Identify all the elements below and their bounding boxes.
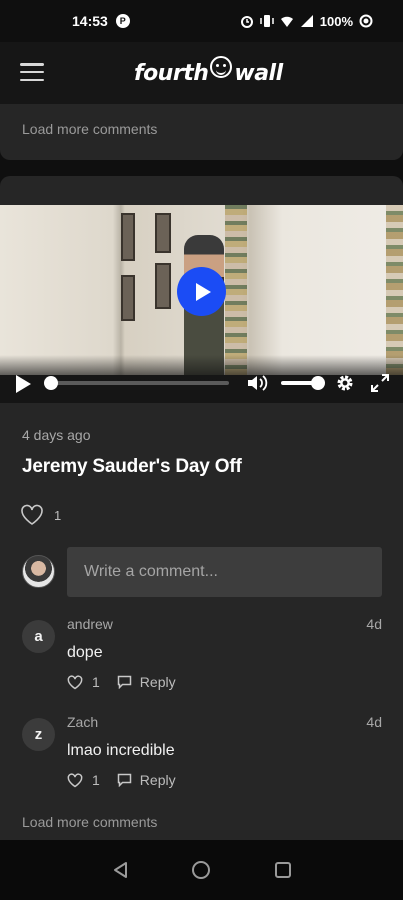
volume-slider[interactable]: [281, 376, 325, 390]
post-card: 4 days ago Jeremy Sauder's Day Off 1 a a…: [0, 176, 403, 840]
signal-icon: [300, 15, 313, 27]
comment-bubble-icon: [117, 675, 132, 689]
comment-age: 4d: [366, 714, 382, 730]
post-like-count: 1: [54, 507, 62, 523]
play-icon[interactable]: [16, 375, 31, 393]
alarm-icon: [240, 16, 253, 28]
post-timestamp: 4 days ago: [22, 427, 91, 443]
back-icon[interactable]: [112, 861, 130, 879]
reply-label: Reply: [139, 772, 176, 788]
battery-icon: [359, 14, 373, 28]
recent-apps-icon[interactable]: [275, 862, 291, 878]
wallpaper-strip: [386, 205, 403, 375]
comment-item: z Zach 4d lmao incredible 1 Reply: [22, 714, 382, 804]
heart-icon: [67, 772, 83, 787]
settings-gear-icon[interactable]: [336, 374, 354, 392]
comment-text: dope: [67, 644, 103, 661]
wall-picture: [155, 263, 171, 309]
status-icons: 100%: [240, 14, 373, 29]
fourthwall-logo[interactable]: fourth wall: [134, 56, 283, 90]
hamburger-menu-icon[interactable]: [20, 63, 44, 81]
avatar: a: [22, 620, 55, 653]
wifi-icon: [280, 16, 293, 27]
home-icon[interactable]: [192, 861, 210, 879]
reply-button[interactable]: Reply: [117, 674, 176, 690]
logo-text-right: wall: [234, 60, 283, 86]
avatar: z: [22, 718, 55, 751]
logo-text-left: fourth: [134, 60, 209, 86]
fullscreen-icon[interactable]: [371, 374, 389, 392]
comment-like-count: 1: [92, 772, 100, 788]
parking-notification-icon: P: [115, 14, 130, 28]
wallpaper-strip: [225, 205, 247, 375]
system-nav-bar: [0, 840, 403, 900]
previous-post-card: Load more comments: [0, 104, 403, 160]
video-player[interactable]: [0, 205, 403, 403]
wall-picture: [121, 213, 135, 261]
vibrate-icon: [260, 15, 274, 27]
load-more-comments-link[interactable]: Load more comments: [22, 121, 157, 137]
comment-bubble-icon: [117, 773, 132, 787]
comment-composer: [22, 547, 382, 597]
comment-input[interactable]: [67, 547, 382, 597]
heart-icon: [67, 674, 83, 689]
comment-actions: 1 Reply: [67, 772, 176, 788]
comment-actions: 1 Reply: [67, 674, 176, 690]
status-bar: 14:53 P 100%: [0, 0, 403, 42]
comment-like-button[interactable]: 1: [67, 674, 100, 690]
volume-icon[interactable]: [247, 375, 269, 391]
progress-bar[interactable]: [44, 376, 229, 390]
app-header: fourth wall: [0, 42, 403, 104]
comment-like-count: 1: [92, 674, 100, 690]
heart-icon: [21, 504, 43, 525]
comment-age: 4d: [366, 616, 382, 632]
reply-label: Reply: [139, 674, 176, 690]
comment-username[interactable]: andrew: [67, 616, 113, 632]
post-title: Jeremy Sauder's Day Off: [22, 456, 242, 477]
comment-username[interactable]: Zach: [67, 714, 98, 730]
comment-item: a andrew 4d dope 1 Reply: [22, 616, 382, 706]
volume-handle[interactable]: [311, 376, 325, 390]
wall-picture: [155, 213, 171, 253]
wall-picture: [121, 275, 135, 321]
reply-button[interactable]: Reply: [117, 772, 176, 788]
avatar: [22, 555, 55, 588]
load-more-comments-link[interactable]: Load more comments: [22, 814, 157, 830]
battery-percent: 100%: [319, 13, 353, 29]
comment-text: lmao incredible: [67, 742, 175, 759]
post-like-button[interactable]: 1: [20, 504, 61, 526]
video-controls: [0, 369, 403, 397]
logo-smiley-icon: [210, 56, 233, 78]
big-play-button[interactable]: [177, 267, 226, 316]
comment-like-button[interactable]: 1: [67, 772, 100, 788]
progress-handle[interactable]: [44, 376, 58, 390]
status-time: 14:53: [72, 13, 108, 29]
